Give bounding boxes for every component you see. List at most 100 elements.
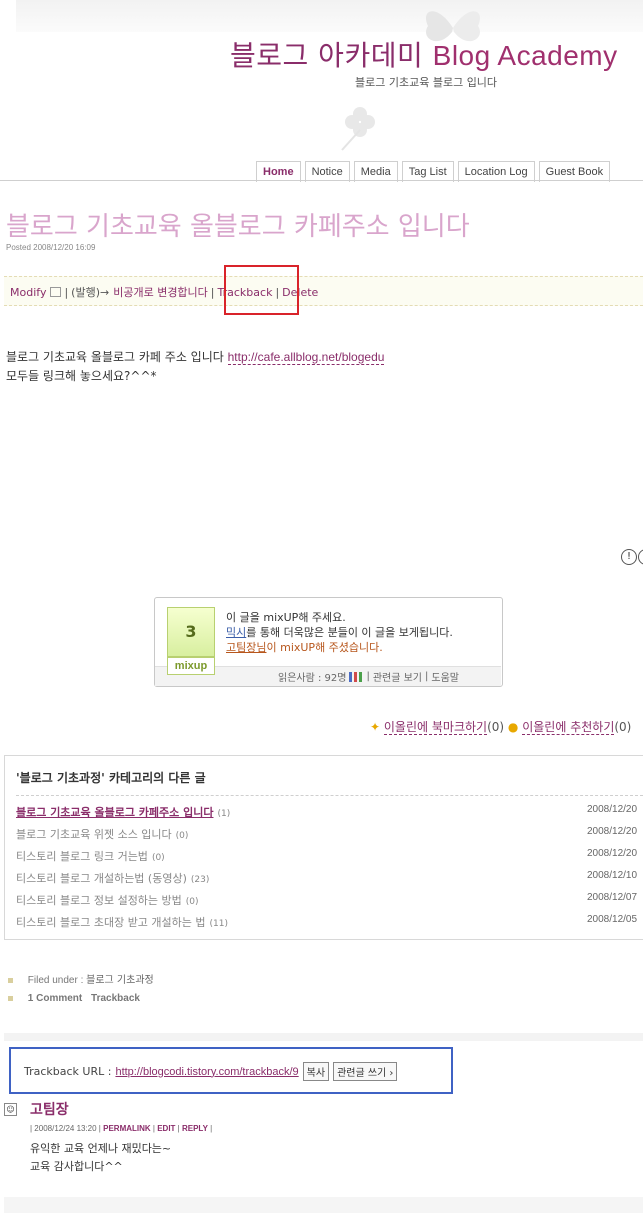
eolin-bookmark-link[interactable]: 이올린에 북마크하기 bbox=[383, 720, 488, 735]
readers-count: 읽은사람 : 92명 bbox=[278, 673, 347, 684]
menu-divider bbox=[0, 180, 643, 181]
post-title[interactable]: 블로그 기초교육 올블로그 카페주소 입니다 bbox=[6, 206, 470, 243]
related-post-link[interactable]: 티스토리 블로그 개설하는법 (동영상) bbox=[16, 872, 187, 885]
related-post-date: 2008/12/20 bbox=[587, 804, 638, 815]
related-post-link[interactable]: 티스토리 블로그 초대장 받고 개설하는 법 bbox=[16, 916, 206, 929]
related-post-date: 2008/12/07 bbox=[587, 892, 638, 903]
site-title[interactable]: 블로그 아카데미 Blog Academy bbox=[230, 34, 618, 74]
reply-link[interactable]: REPLY bbox=[182, 1124, 208, 1133]
comment-meta: | 2008/12/24 13:20 | PERMALINK | EDIT | … bbox=[30, 1124, 213, 1133]
filed-under-label: Filed under : bbox=[27, 975, 84, 986]
tab-tag-list[interactable]: Tag List bbox=[401, 161, 454, 182]
site-subtitle: 블로그 기초교육 블로그 입니다 bbox=[355, 76, 498, 89]
comment-trackback-row: 1 Comment Trackback bbox=[8, 990, 154, 1008]
main-menu: Home Notice Media Tag List Location Log … bbox=[256, 161, 611, 182]
related-post-link[interactable]: 티스토리 블로그 정보 설정하는 방법 bbox=[16, 894, 182, 907]
make-private-link[interactable]: 비공개로 변경합니다 bbox=[113, 284, 208, 300]
related-post-date: 2008/12/20 bbox=[587, 826, 638, 837]
thumbs-up-icon: ● bbox=[507, 720, 519, 734]
separator: | bbox=[425, 671, 429, 682]
list-item: 티스토리 블로그 개설하는법 (동영상) (23) 2008/12/10 bbox=[16, 870, 643, 892]
trackback-url-highlight-box bbox=[9, 1047, 453, 1094]
related-post-date: 2008/12/20 bbox=[587, 848, 638, 859]
bookmark-count: (0) bbox=[487, 720, 505, 734]
header-top-bar bbox=[16, 0, 643, 32]
post-meta: Filed under : 블로그 기초과정 1 Comment Trackba… bbox=[8, 972, 154, 1008]
mixup-footer: 읽은사람 : 92명 | 관련글 보기 | 도움말 bbox=[278, 669, 459, 684]
info-icon[interactable]: ! bbox=[621, 549, 637, 565]
eolin-links: ✦ 이올린에 북마크하기(0) ● 이올린에 추천하기(0) bbox=[370, 718, 631, 735]
related-post-link[interactable]: 티스토리 블로그 링크 거는법 bbox=[16, 850, 148, 863]
list-item: 블로그 기초교육 위젯 소스 입니다 (0) 2008/12/20 bbox=[16, 826, 643, 848]
related-post-link[interactable]: 블로그 기초교육 위젯 소스 입니다 bbox=[16, 828, 172, 841]
tab-guest-book[interactable]: Guest Book bbox=[538, 161, 611, 182]
popup-window-icon[interactable] bbox=[50, 287, 62, 297]
related-post-link[interactable]: 블로그 기초교육 올블로그 카페주소 입니다 bbox=[16, 806, 213, 819]
related-posts-heading: '블로그 기초과정' 카테고리의 다른 글 bbox=[16, 771, 206, 785]
trackback-band bbox=[4, 1033, 643, 1041]
mixup-message: 이 글을 mixUP해 주세요. 믹시를 통해 더욱많은 분들이 이 글을 보게… bbox=[226, 610, 453, 655]
post-body: 블로그 기초교육 올블로그 카페 주소 입니다 http://cafe.allb… bbox=[6, 348, 385, 386]
mixup-line-text: 이 mixUP해 주셨습니다. bbox=[266, 641, 383, 654]
separator: | bbox=[366, 671, 370, 682]
comment-body: 유익한 교육 언제나 재밌다는~ 교육 감사합니다^^ bbox=[30, 1140, 171, 1176]
modify-link[interactable]: Modify bbox=[10, 286, 46, 299]
post-date: Posted 2008/12/20 16:09 bbox=[6, 243, 96, 252]
comment-line: 유익한 교육 언제나 재밌다는~ bbox=[30, 1142, 172, 1155]
help-link[interactable]: 도움말 bbox=[431, 669, 459, 684]
related-posts-list: 블로그 기초교육 올블로그 카페주소 입니다 (1) 2008/12/20 블로그… bbox=[16, 804, 643, 936]
bullet-icon bbox=[8, 995, 13, 1001]
eolin-recommend-link[interactable]: 이올린에 추천하기 bbox=[522, 720, 615, 735]
mixup-logo[interactable]: mixup bbox=[167, 657, 215, 675]
comment-count: (23) bbox=[190, 875, 210, 885]
comment-count: (0) bbox=[185, 897, 199, 907]
trackback-count-link[interactable]: Trackback bbox=[91, 993, 140, 1004]
category-link[interactable]: 블로그 기초과정 bbox=[86, 975, 154, 986]
tab-location-log[interactable]: Location Log bbox=[457, 161, 535, 182]
star-icon: ✦ bbox=[370, 720, 381, 734]
user-icon: ☺ bbox=[4, 1103, 17, 1116]
mixup-line: 고팀장님이 mixUP해 주셨습니다. bbox=[226, 640, 453, 655]
tab-home[interactable]: Home bbox=[256, 161, 301, 182]
site-title-korean: 블로그 아카데미 bbox=[230, 39, 424, 72]
recommend-count: (0) bbox=[614, 720, 632, 734]
separator: | bbox=[64, 285, 69, 299]
trackback-highlight-box bbox=[224, 265, 299, 315]
related-divider bbox=[16, 795, 643, 796]
tab-media[interactable]: Media bbox=[353, 161, 398, 182]
comment-count: (0) bbox=[151, 853, 165, 863]
comment-count: (1) bbox=[217, 809, 231, 819]
comment-date: | 2008/12/24 13:20 | bbox=[30, 1124, 101, 1133]
related-post-date: 2008/12/05 bbox=[587, 914, 638, 925]
list-item: 블로그 기초교육 올블로그 카페주소 입니다 (1) 2008/12/20 bbox=[16, 804, 643, 826]
tab-notice[interactable]: Notice bbox=[304, 161, 350, 182]
list-item: 티스토리 블로그 초대장 받고 개설하는 법 (11) 2008/12/05 bbox=[16, 914, 643, 936]
comment-line: 교육 감사합니다^^ bbox=[30, 1160, 123, 1173]
cafe-link[interactable]: http://cafe.allblog.net/blogedu bbox=[227, 350, 385, 365]
permalink-link[interactable]: PERMALINK bbox=[103, 1124, 151, 1133]
separator: | bbox=[210, 285, 215, 299]
filed-under-row: Filed under : 블로그 기초과정 bbox=[8, 972, 154, 990]
comment-count: (11) bbox=[209, 919, 229, 929]
list-item: 티스토리 블로그 링크 거는법 (0) 2008/12/20 bbox=[16, 848, 643, 870]
post-body-line: 모두들 링크해 놓으세요?^^* bbox=[6, 369, 157, 383]
site-title-english: Blog Academy bbox=[432, 40, 618, 71]
mixup-count[interactable]: 3 bbox=[167, 607, 215, 657]
publish-status-label: (발행)→ bbox=[71, 286, 110, 299]
mixup-user-link[interactable]: 고팀장님 bbox=[226, 641, 266, 654]
edit-link[interactable]: EDIT bbox=[157, 1124, 175, 1133]
info-icon[interactable] bbox=[638, 549, 643, 565]
related-post-date: 2008/12/10 bbox=[587, 870, 638, 881]
mixup-line-text: 를 통해 더욱많은 분들이 이 글을 보게됩니다. bbox=[246, 626, 453, 639]
comment-count: (0) bbox=[175, 831, 189, 841]
mixup-line: 이 글을 mixUP해 주세요. bbox=[226, 611, 346, 624]
mixsy-link[interactable]: 믹시 bbox=[226, 626, 246, 639]
comment-author[interactable]: 고팀장 bbox=[30, 1099, 69, 1119]
comment-form-band bbox=[4, 1197, 643, 1213]
list-item: 티스토리 블로그 정보 설정하는 방법 (0) 2008/12/07 bbox=[16, 892, 643, 914]
mixup-line: 믹시를 통해 더욱많은 분들이 이 글을 보게됩니다. bbox=[226, 625, 453, 640]
bar-chart-icon[interactable] bbox=[349, 671, 364, 682]
comment-count-link[interactable]: 1 Comment bbox=[28, 993, 82, 1004]
related-view-link[interactable]: 관련글 보기 bbox=[373, 669, 422, 684]
bullet-icon bbox=[8, 977, 13, 983]
